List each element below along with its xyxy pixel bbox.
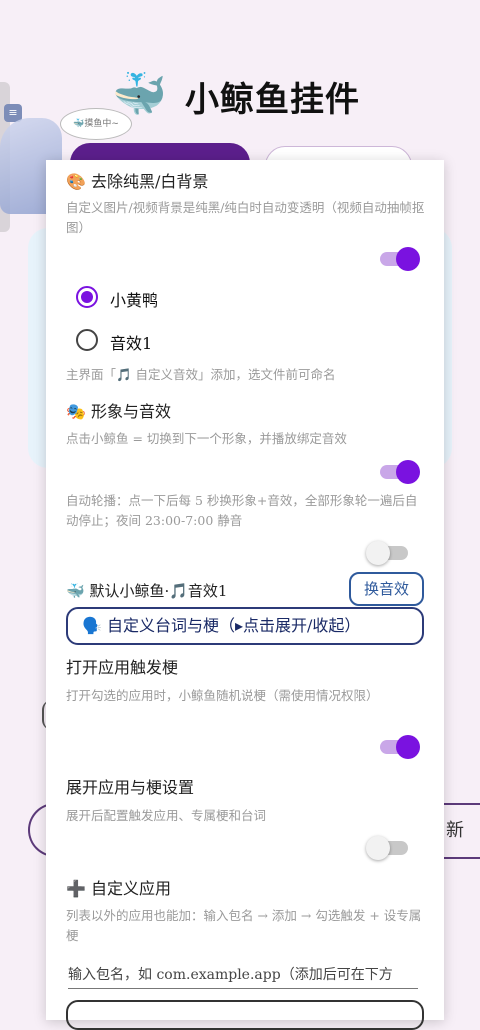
image-sound-toggle[interactable]: [376, 460, 420, 484]
custom-app-title: 自定义应用: [91, 879, 172, 898]
app-title: 小鲸鱼挂件: [185, 80, 360, 120]
image-sound-title: 形象与音效: [91, 402, 172, 421]
expand-settings-toggle[interactable]: [366, 836, 410, 860]
image-sound-title-row: 🎭 形象与音效: [66, 398, 171, 422]
custom-app-title-row: ➕ 自定义应用: [66, 875, 171, 899]
radio-sound1-label: 音效1: [110, 334, 153, 353]
open-app-trigger-title: 打开应用触发梗: [66, 658, 179, 677]
change-sound-button[interactable]: 换音效: [349, 572, 424, 606]
package-name-input[interactable]: 输入包名，如 com.example.app（添加后可在下方: [68, 962, 418, 989]
open-app-trigger-desc: 打开勾选的应用时，小鲸鱼随机说梗（需使用情况权限）: [66, 688, 379, 703]
palette-icon: 🎨: [66, 172, 86, 191]
bg-removal-title: 去除纯黑/白背景: [91, 172, 209, 191]
plus-icon: ➕: [66, 879, 86, 898]
expand-settings-title: 展开应用与梗设置: [66, 778, 195, 797]
radio-duck-label: 小黄鸭: [110, 291, 159, 310]
bg-removal-toggle[interactable]: [376, 247, 420, 271]
custom-lines-button[interactable]: 🗣️ 自定义台词与梗（▸点击展开/收起）: [66, 607, 424, 645]
bg-removal-desc: 自定义图片/视频背景是纯黑/纯白时自动变透明（视频自动抽帧抠图）: [66, 200, 425, 235]
bg-removal-title-row: 🎨 去除纯黑/白背景: [66, 168, 208, 192]
radio-duck[interactable]: [76, 286, 98, 308]
sound-hint: 主界面「🎵 自定义音效」添加，选文件前可命名: [66, 367, 336, 382]
auto-rotate-desc: 自动轮播：点一下后每 5 秒换形象+音效，全部形象轮一遍后自动停止；夜间 23:…: [66, 493, 418, 528]
image-sound-desc: 点击小鲸鱼 = 切换到下一个形象，并播放绑定音效: [66, 431, 347, 446]
expand-settings-desc: 展开后配置触发应用、专属梗和台词: [66, 808, 267, 823]
whale-icon: 🐳: [112, 69, 167, 120]
auto-rotate-toggle[interactable]: [366, 541, 410, 565]
open-app-trigger-toggle[interactable]: [376, 735, 420, 759]
default-whale-label: 🐳 默认小鲸鱼·🎵音效1: [66, 582, 228, 600]
background-button-right[interactable]: 新: [440, 803, 480, 859]
settings-panel: 🎨 去除纯黑/白背景 自定义图片/视频背景是纯黑/纯白时自动变透明（视频自动抽帧…: [46, 160, 444, 1030]
mask-icon: 🎭: [66, 402, 86, 421]
custom-app-desc: 列表以外的应用也能加：输入包名 → 添加 → 勾选触发 + 设专属梗: [66, 908, 422, 943]
radio-sound1[interactable]: [76, 329, 98, 351]
add-app-button[interactable]: [66, 1000, 424, 1030]
